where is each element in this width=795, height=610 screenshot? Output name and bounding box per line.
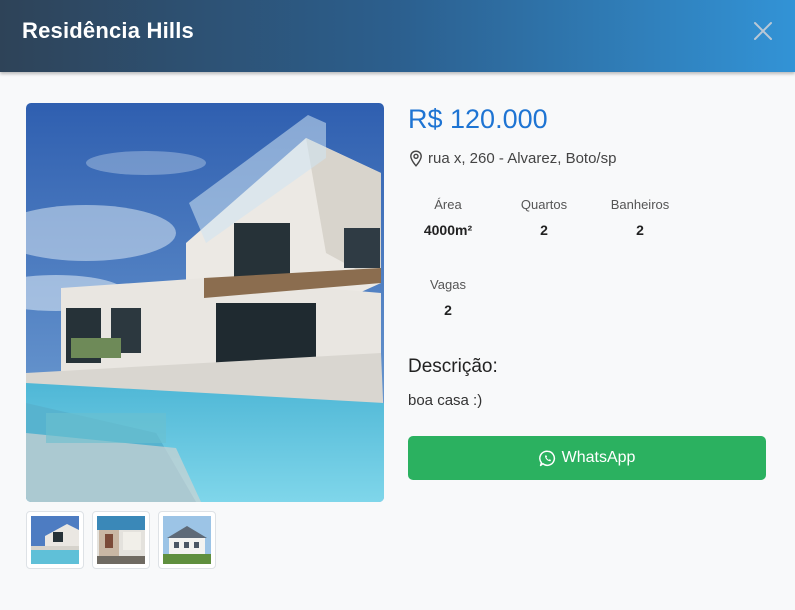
main-property-photo [26, 103, 384, 502]
feature-parking-value: 2 [444, 302, 452, 318]
feature-bedrooms: Quartos 2 [504, 197, 584, 238]
description-heading: Descrição: [408, 356, 498, 377]
map-pin-icon [410, 150, 422, 167]
photo-thumbnails [26, 511, 216, 569]
property-address: rua x, 260 - Alvarez, Boto/sp [408, 150, 616, 167]
feature-bathrooms: Banheiros 2 [600, 197, 680, 238]
property-price: R$ 120.000 [408, 104, 548, 134]
close-button[interactable] [752, 20, 774, 42]
feature-area-value: 4000m² [423, 222, 473, 238]
feature-area-label: Área [434, 197, 462, 212]
whatsapp-icon [538, 450, 555, 466]
feature-bathrooms-value: 2 [636, 222, 644, 238]
modal-header: Residência Hills [0, 0, 795, 72]
whatsapp-button[interactable]: WhatsApp [408, 436, 766, 480]
description-text: boa casa :) [408, 392, 483, 409]
feature-parking: Vagas 2 [408, 277, 488, 318]
feature-bathrooms-label: Banheiros [610, 197, 670, 212]
thumbnail-2[interactable] [92, 511, 150, 569]
feature-area: Área 4000m² [408, 197, 488, 238]
feature-bedrooms-label: Quartos [520, 197, 568, 212]
whatsapp-label: WhatsApp [561, 449, 636, 466]
address-text: rua x, 260 - Alvarez, Boto/sp [428, 150, 617, 167]
thumbnail-3[interactable] [158, 511, 216, 569]
close-icon [754, 22, 772, 40]
thumbnail-1[interactable] [26, 511, 84, 569]
modal-title: Residência Hills [22, 18, 194, 43]
feature-parking-label: Vagas [430, 277, 466, 292]
feature-bedrooms-value: 2 [540, 222, 548, 238]
